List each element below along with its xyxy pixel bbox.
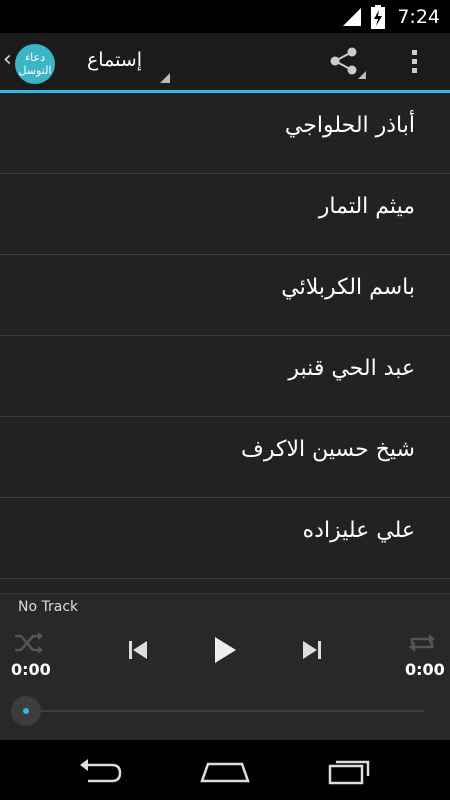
shuffle-icon	[15, 632, 43, 654]
nav-title: إستماع	[86, 49, 142, 71]
elapsed-time: 0:00	[11, 660, 51, 679]
share-button[interactable]	[322, 39, 370, 85]
spinner-indicator-icon	[160, 73, 170, 83]
list-item[interactable]: ميثم التمار	[0, 174, 450, 255]
overflow-menu-icon	[412, 50, 417, 73]
screen: 7:24 ‹ دعاء التوسل إستماع أباذر الحلواجي…	[0, 0, 450, 800]
next-button[interactable]	[296, 634, 328, 666]
list-item-label: شيخ حسين الاكرف	[241, 437, 415, 462]
status-time: 7:24	[397, 5, 440, 28]
navigation-spinner[interactable]: إستماع	[70, 39, 172, 85]
previous-button[interactable]	[122, 634, 154, 666]
seek-bar[interactable]	[26, 710, 424, 712]
play-button[interactable]	[206, 632, 242, 668]
play-icon	[215, 637, 236, 663]
total-duration: 0:00	[405, 660, 445, 679]
list-item[interactable]: باسم الكربلائي	[0, 255, 450, 336]
repeat-icon	[409, 634, 435, 652]
overflow-menu-button[interactable]	[395, 39, 435, 85]
reciter-list[interactable]: أباذر الحلواجي ميثم التمار باسم الكربلائ…	[0, 93, 450, 593]
repeat-button[interactable]	[406, 630, 438, 656]
up-caret-icon[interactable]: ‹	[3, 49, 12, 71]
list-item[interactable]: عبد الحي قنبر	[0, 336, 450, 417]
action-bar: ‹ دعاء التوسل إستماع	[0, 33, 450, 90]
back-icon	[80, 759, 122, 783]
signal-icon	[343, 7, 362, 26]
home-icon	[200, 762, 250, 783]
list-item-label: عبد الحي قنبر	[288, 356, 415, 381]
track-title: No Track	[18, 599, 79, 615]
list-item-label: علي عليزاده	[302, 518, 415, 543]
list-item[interactable]: شيخ حسين الاكرف	[0, 417, 450, 498]
list-item-label: أباذر الحلواجي	[284, 113, 415, 138]
next-icon	[303, 641, 321, 659]
app-logo[interactable]: دعاء التوسل	[15, 44, 55, 84]
home-button[interactable]	[198, 756, 252, 786]
back-button[interactable]	[74, 756, 126, 786]
recents-icon	[328, 760, 370, 785]
status-bar: 7:24	[0, 0, 450, 33]
list-item[interactable]: أباذر الحلواجي	[0, 93, 450, 174]
share-dropdown-indicator	[358, 71, 366, 79]
previous-icon	[129, 641, 147, 659]
recents-button[interactable]	[326, 754, 374, 786]
navigation-bar	[0, 740, 450, 800]
list-item[interactable]: علي عليزاده	[0, 498, 450, 579]
app-logo-text: دعاء التوسل	[18, 51, 52, 77]
list-item[interactable]	[0, 579, 450, 593]
seek-thumb[interactable]	[11, 696, 41, 726]
music-player: No Track 0:00 0:00	[0, 593, 450, 740]
list-item-label: ميثم التمار	[318, 194, 415, 219]
battery-charging-icon	[371, 4, 386, 29]
seek-thumb-dot	[23, 708, 29, 714]
list-item-label: باسم الكربلائي	[281, 275, 415, 300]
shuffle-button[interactable]	[12, 630, 44, 656]
